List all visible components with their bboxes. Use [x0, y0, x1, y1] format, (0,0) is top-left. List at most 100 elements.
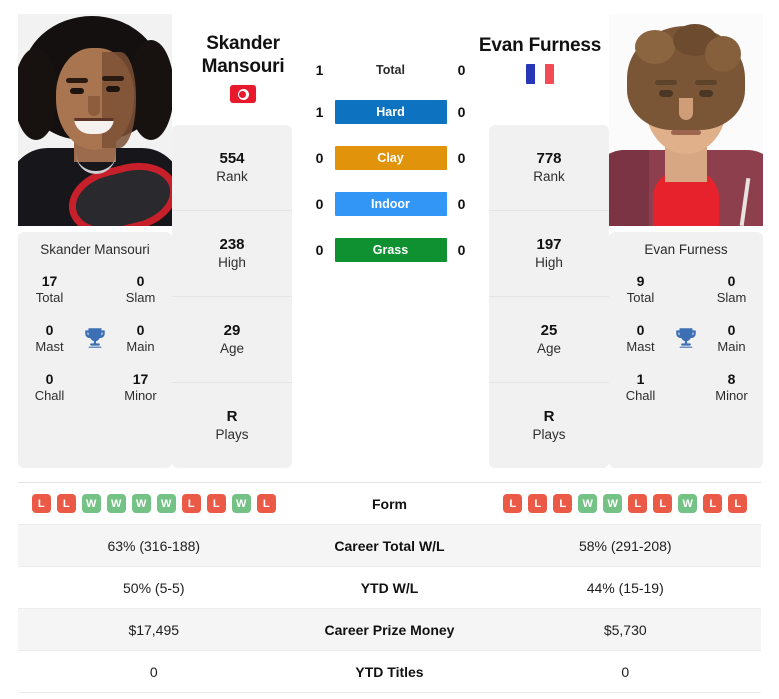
form-chip[interactable]: W: [106, 494, 126, 513]
form-chip[interactable]: L: [56, 494, 76, 513]
h2h-surface-badge-indoor[interactable]: Indoor: [334, 192, 447, 216]
stat-label: YTD W/L: [360, 579, 419, 596]
left-titles-slam-value: 0: [136, 273, 145, 289]
form-chip[interactable]: L: [703, 494, 723, 513]
left-player-value: LLWWWWLLWL: [18, 488, 290, 519]
form-chip[interactable]: W: [578, 494, 598, 513]
left-player-rank-card: 554 Rank 238 High 29 Age R Plays: [172, 125, 292, 468]
left-titles-minor: 17 Minor: [117, 371, 164, 404]
right-titles-mast-value: 0: [636, 321, 645, 338]
h2h-right-score: 0: [457, 150, 466, 166]
right-titles-total-label: Total: [626, 290, 655, 306]
left-titles-chall: 0 Chall: [26, 371, 73, 404]
h2h-left-score: 0: [315, 242, 324, 258]
right-titles-main-value: 0: [727, 321, 736, 338]
right-player-value: 58% (291-208): [578, 537, 672, 554]
right-plays-cell: R Plays: [489, 383, 609, 468]
left-rank-label: Rank: [216, 169, 248, 185]
right-age-value: 25: [540, 321, 558, 339]
h2h-surface-badge-hard[interactable]: Hard: [334, 100, 447, 124]
right-titles-grid: 9 Total 0 Slam 0 Mast 0 Main 1 Chall 8 M…: [617, 273, 755, 404]
right-player-rank-card: 778 Rank 197 High 25 Age R Plays: [489, 125, 609, 468]
form-chip[interactable]: W: [231, 494, 251, 513]
h2h-right-score: 0: [457, 62, 466, 78]
trophy-icon: [676, 328, 696, 349]
form-chip[interactable]: L: [628, 494, 648, 513]
left-age-label: Age: [219, 341, 245, 357]
left-player-column: Skander Mansouri 17 Total 0 Slam 0 Mast: [18, 14, 172, 468]
left-plays-cell: R Plays: [172, 383, 292, 468]
form-chip[interactable]: W: [156, 494, 176, 513]
form-chip[interactable]: L: [728, 494, 748, 513]
right-titles-mast: 0 Mast: [617, 322, 664, 355]
left-titles-main-value: 0: [136, 321, 145, 338]
right-titles-chall-value: 1: [636, 370, 645, 387]
right-titles-chall: 1 Chall: [617, 371, 664, 404]
left-titles-chall-value: 0: [45, 370, 54, 387]
form-chip[interactable]: L: [256, 494, 276, 513]
right-player-titles-card: Evan Furness 9 Total 0 Slam 0 Mast 0 Mai…: [609, 232, 763, 468]
right-player-value: 44% (15-19): [586, 579, 664, 596]
stat-label: Form: [372, 495, 407, 512]
right-titles-total-value: 9: [636, 273, 645, 289]
table-row: 0 YTD Titles 0: [18, 651, 761, 693]
form-chip[interactable]: L: [528, 494, 548, 513]
left-titles-mast-value: 0: [45, 321, 54, 338]
h2h-left-score: 1: [315, 104, 324, 120]
right-player-photo: [609, 14, 763, 226]
right-rank-value: 778: [536, 149, 562, 167]
right-titles-minor-label: Minor: [715, 387, 748, 403]
right-titles-card-name: Evan Furness: [644, 242, 728, 257]
left-titles-slam: 0 Slam: [117, 273, 164, 306]
form-chip[interactable]: L: [31, 494, 51, 513]
right-titles-main-label: Main: [717, 339, 746, 355]
player-comparison-page: Skander Mansouri Evan Furness Skander Ma…: [0, 0, 779, 699]
left-high-cell: 238 High: [172, 211, 292, 297]
right-plays-label: Plays: [532, 427, 566, 443]
h2h-left-score: 0: [315, 150, 324, 166]
form-chip[interactable]: W: [678, 494, 698, 513]
h2h-surface-badge-clay[interactable]: Clay: [334, 146, 447, 170]
left-titles-main: 0 Main: [117, 322, 164, 355]
right-player-value: LLLWWLLWLL: [490, 488, 762, 519]
left-titles-total-value: 17: [41, 273, 58, 289]
left-rank-value: 554: [219, 149, 245, 167]
left-player-value: 50% (5-5): [123, 579, 185, 596]
left-titles-slam-label: Slam: [125, 290, 156, 306]
left-player-titles-card: Skander Mansouri 17 Total 0 Slam 0 Mast: [18, 232, 172, 468]
right-titles-main: 0 Main: [708, 322, 755, 355]
form-chip[interactable]: W: [81, 494, 101, 513]
right-titles-slam-value: 0: [727, 273, 736, 289]
comparison-top-section: Skander Mansouri 17 Total 0 Slam 0 Mast: [0, 0, 779, 468]
left-player-value: $17,495: [128, 621, 180, 638]
h2h-row-indoor: 0 Indoor 0: [305, 192, 477, 216]
h2h-surface-badge-grass[interactable]: Grass: [334, 238, 447, 262]
form-chip[interactable]: L: [653, 494, 673, 513]
h2h-row-clay: 0 Clay 0: [305, 146, 477, 170]
right-titles-chall-label: Chall: [625, 387, 656, 403]
h2h-label-total: Total: [376, 63, 405, 77]
right-rank-label: Rank: [533, 169, 565, 185]
h2h-right-score: 0: [457, 196, 466, 212]
left-plays-value: R: [226, 407, 238, 425]
form-chip[interactable]: L: [553, 494, 573, 513]
right-player-column: Evan Furness 9 Total 0 Slam 0 Mast 0 Mai…: [609, 14, 763, 468]
left-rank-cell: 554 Rank: [172, 125, 292, 211]
form-chip[interactable]: L: [503, 494, 523, 513]
right-plays-value: R: [543, 407, 555, 425]
trophy-icon: [85, 328, 105, 349]
form-chip[interactable]: L: [181, 494, 201, 513]
form-chip[interactable]: W: [603, 494, 623, 513]
h2h-left-score: 0: [315, 196, 324, 212]
h2h-row-hard: 1 Hard 0: [305, 100, 477, 124]
right-titles-minor: 8 Minor: [708, 371, 755, 404]
left-titles-card-name: Skander Mansouri: [40, 242, 150, 257]
form-chip[interactable]: L: [206, 494, 226, 513]
left-form-strip: LLWWWWLLWL: [31, 494, 276, 513]
form-chip[interactable]: W: [131, 494, 151, 513]
stat-label: Career Prize Money: [324, 621, 455, 638]
left-titles-chall-label: Chall: [34, 387, 65, 403]
right-titles-slam-label: Slam: [716, 290, 747, 306]
right-age-cell: 25 Age: [489, 297, 609, 383]
head-to-head-column: 1 Total 0 1 Hard 0 0 Clay 0 0 Indoor 0 0 Grass 0: [292, 14, 489, 262]
